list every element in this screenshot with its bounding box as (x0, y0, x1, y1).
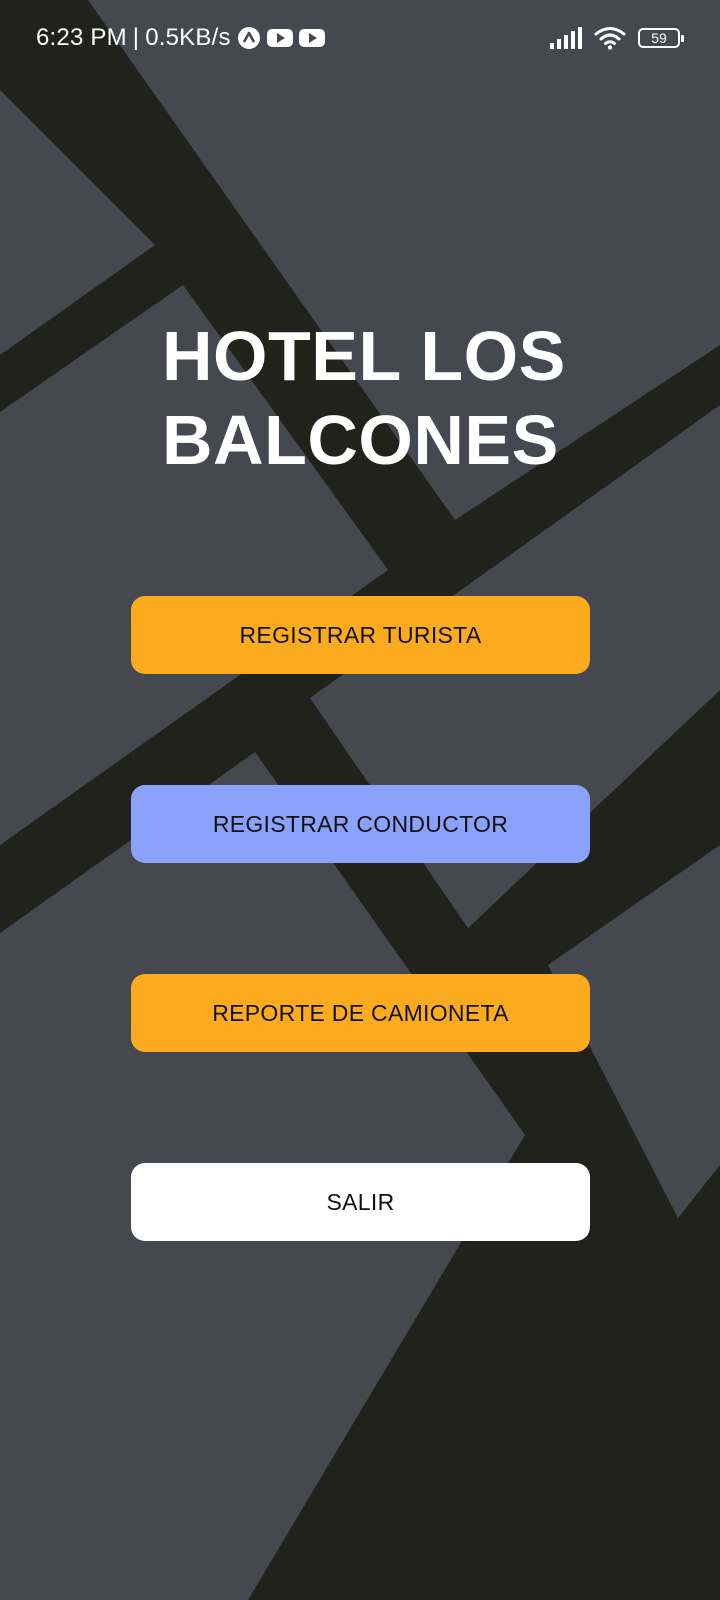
register-tourist-button[interactable]: REGISTRAR TURISTA (131, 596, 590, 674)
exit-button[interactable]: SALIR (131, 1163, 590, 1241)
app-a-icon (237, 27, 260, 49)
status-right: 59 (540, 26, 684, 50)
van-report-label: REPORTE DE CAMIONETA (212, 999, 509, 1026)
page-title: HOTEL LOS BALCONES (162, 314, 602, 482)
status-bar: 6:23 PM | 0.5KB/s 59 (0, 0, 720, 84)
register-tourist-label: REGISTRAR TURISTA (239, 621, 482, 648)
register-driver-label: REGISTRAR CONDUCTOR (212, 810, 509, 837)
battery-icon: 59 (638, 28, 684, 48)
wifi-icon (594, 27, 626, 50)
title-line-2: BALCONES (162, 401, 559, 479)
youtube-icon (298, 29, 325, 47)
battery-level: 59 (651, 30, 667, 46)
status-separator: | (132, 24, 140, 51)
status-net-speed: 0.5KB/s (145, 24, 231, 51)
status-left: 6:23 PM | 0.5KB/s (36, 24, 331, 52)
register-driver-button[interactable]: REGISTRAR CONDUCTOR (131, 785, 590, 863)
signal-icon (550, 27, 582, 49)
van-report-button[interactable]: REPORTE DE CAMIONETA (131, 974, 590, 1052)
title-line-1: HOTEL LOS (162, 317, 566, 395)
youtube-icon (266, 29, 293, 47)
app-screen: 6:23 PM | 0.5KB/s 59 HOTEL LOS BALCONES … (0, 0, 720, 1600)
exit-label: SALIR (326, 1188, 395, 1215)
status-time: 6:23 PM (36, 24, 127, 51)
notification-icons (237, 26, 331, 50)
